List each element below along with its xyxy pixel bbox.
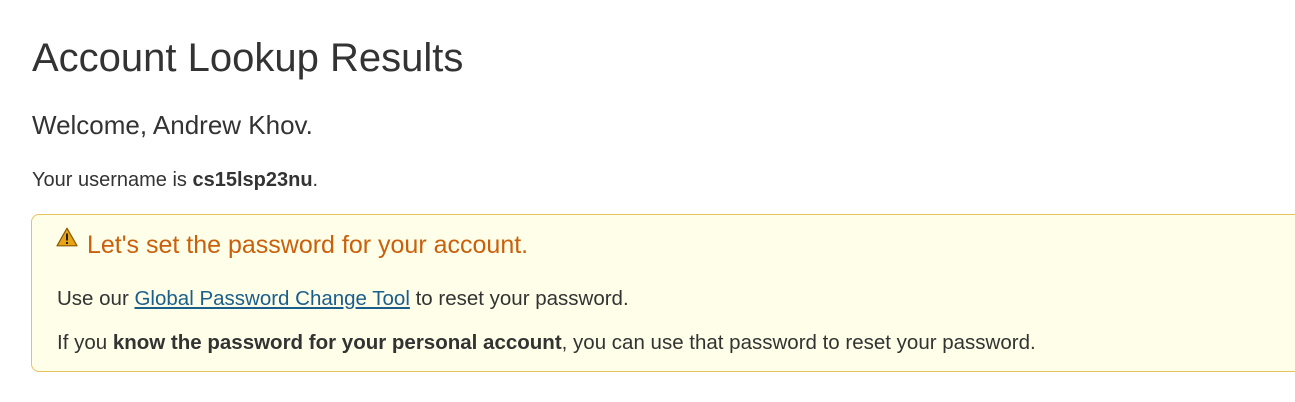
alert-line1-prefix: Use our [57,287,135,310]
username-label: Your username is [32,169,193,191]
alert-personal-account-line: If you know the password for your person… [57,331,1036,355]
username-line: Your username is cs15lsp23nu. [32,169,318,192]
alert-instruction-line: Use our Global Password Change Tool to r… [57,287,629,311]
username-value: cs15lsp23nu [192,169,313,191]
alert-heading: Let's set the password for your account. [87,231,529,259]
alert-line2-prefix: If you [57,331,113,354]
password-alert: Let's set the password for your account.… [31,214,1295,372]
page-title: Account Lookup Results [32,36,464,80]
welcome-message: Welcome, Andrew Khov. [32,110,313,140]
page: Account Lookup Results Welcome, Andrew K… [0,0,1295,402]
alert-line2-bold: know the password for your personal acco… [112,331,562,354]
username-suffix: . [312,169,319,191]
warning-icon [56,227,78,247]
alert-line2-suffix: , you can use that password to reset you… [561,331,1036,354]
global-password-change-tool-link[interactable]: Global Password Change Tool [134,287,409,310]
alert-line1-suffix: to reset your password. [409,287,629,310]
